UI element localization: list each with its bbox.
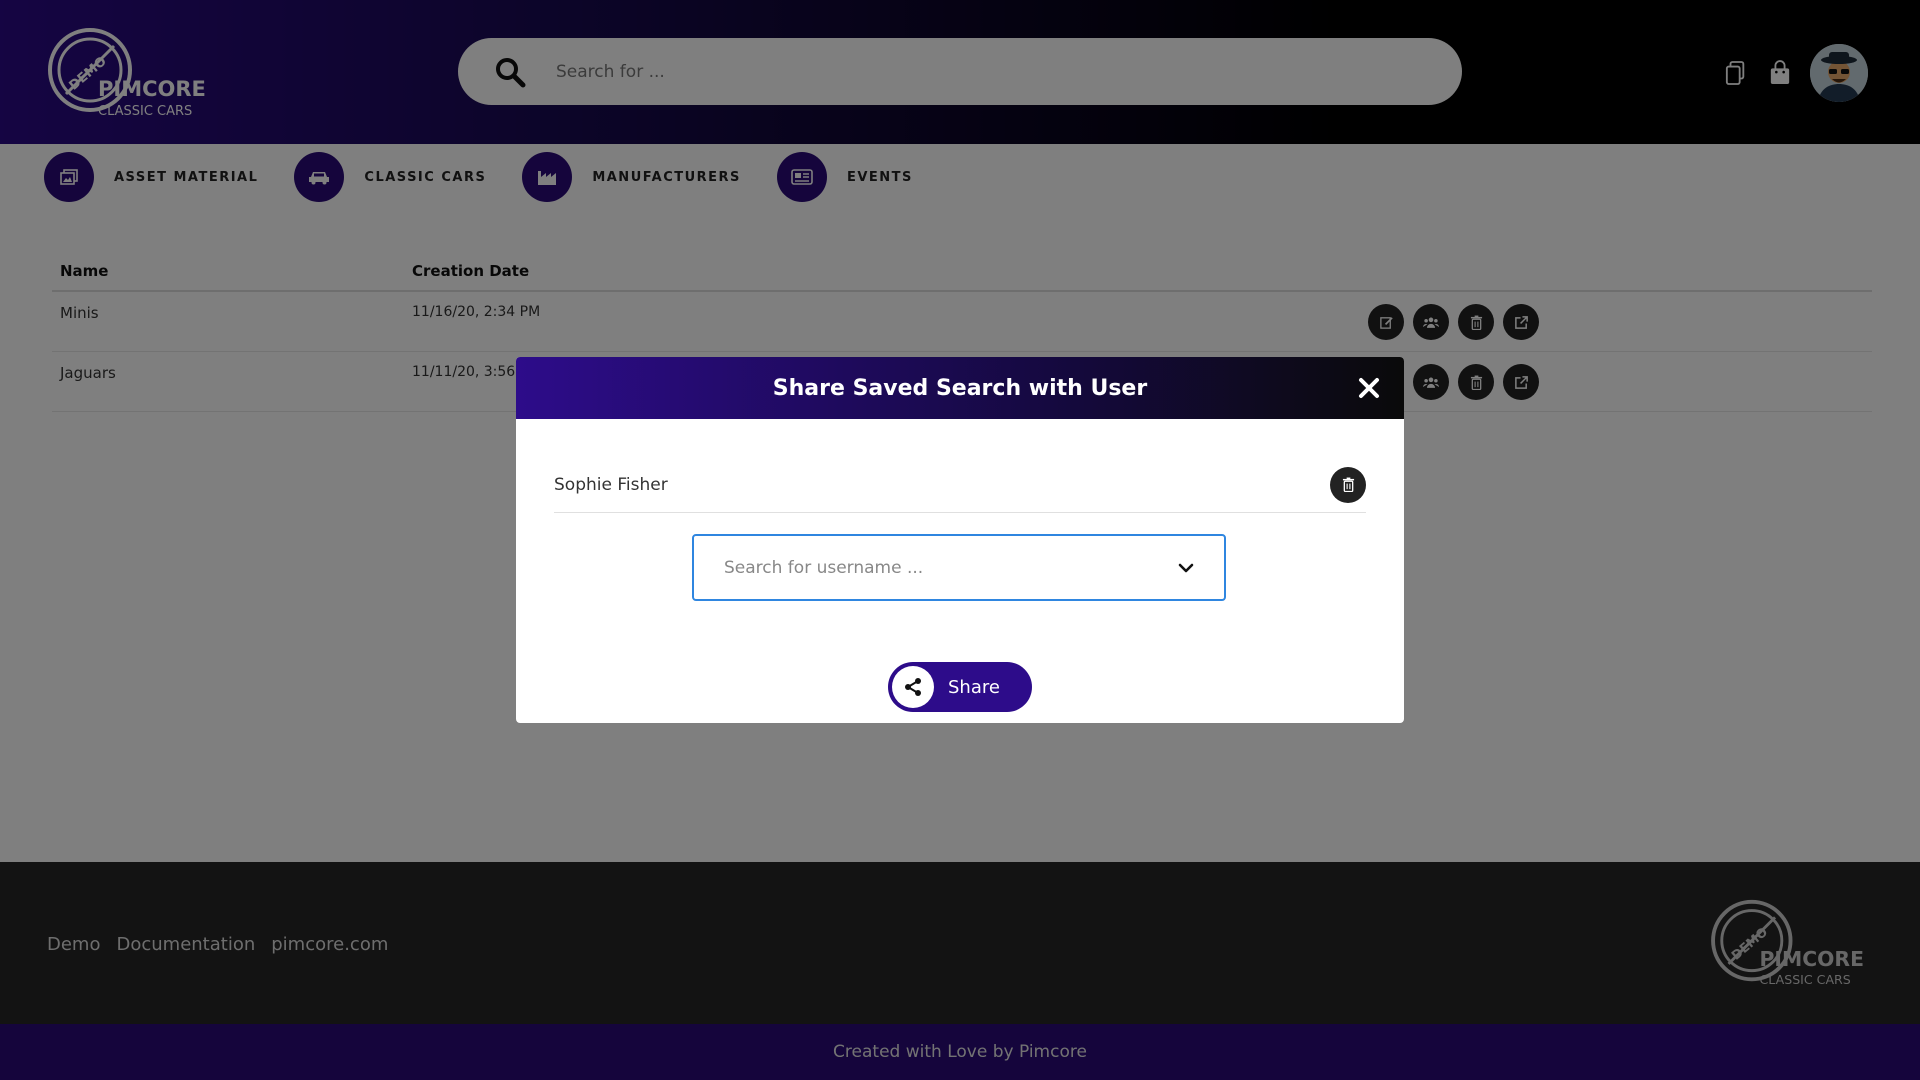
share-button-label: Share xyxy=(948,676,1000,698)
share-saved-search-modal: Share Saved Search with User Sophie Fish… xyxy=(516,357,1404,723)
modal-title: Share Saved Search with User xyxy=(772,375,1148,401)
username-select[interactable]: Search for username ... xyxy=(692,534,1226,601)
trash-icon[interactable] xyxy=(1330,466,1366,503)
chevron-down-icon[interactable] xyxy=(1178,558,1194,577)
shared-user-name: Sophie Fisher xyxy=(554,474,668,495)
share-icon xyxy=(892,666,934,708)
share-button[interactable]: Share xyxy=(888,662,1032,712)
username-select-placeholder: Search for username ... xyxy=(724,557,924,578)
shared-user-row: Sophie Fisher xyxy=(554,457,1366,513)
close-icon[interactable] xyxy=(1354,373,1384,403)
modal-header: Share Saved Search with User xyxy=(516,357,1404,419)
